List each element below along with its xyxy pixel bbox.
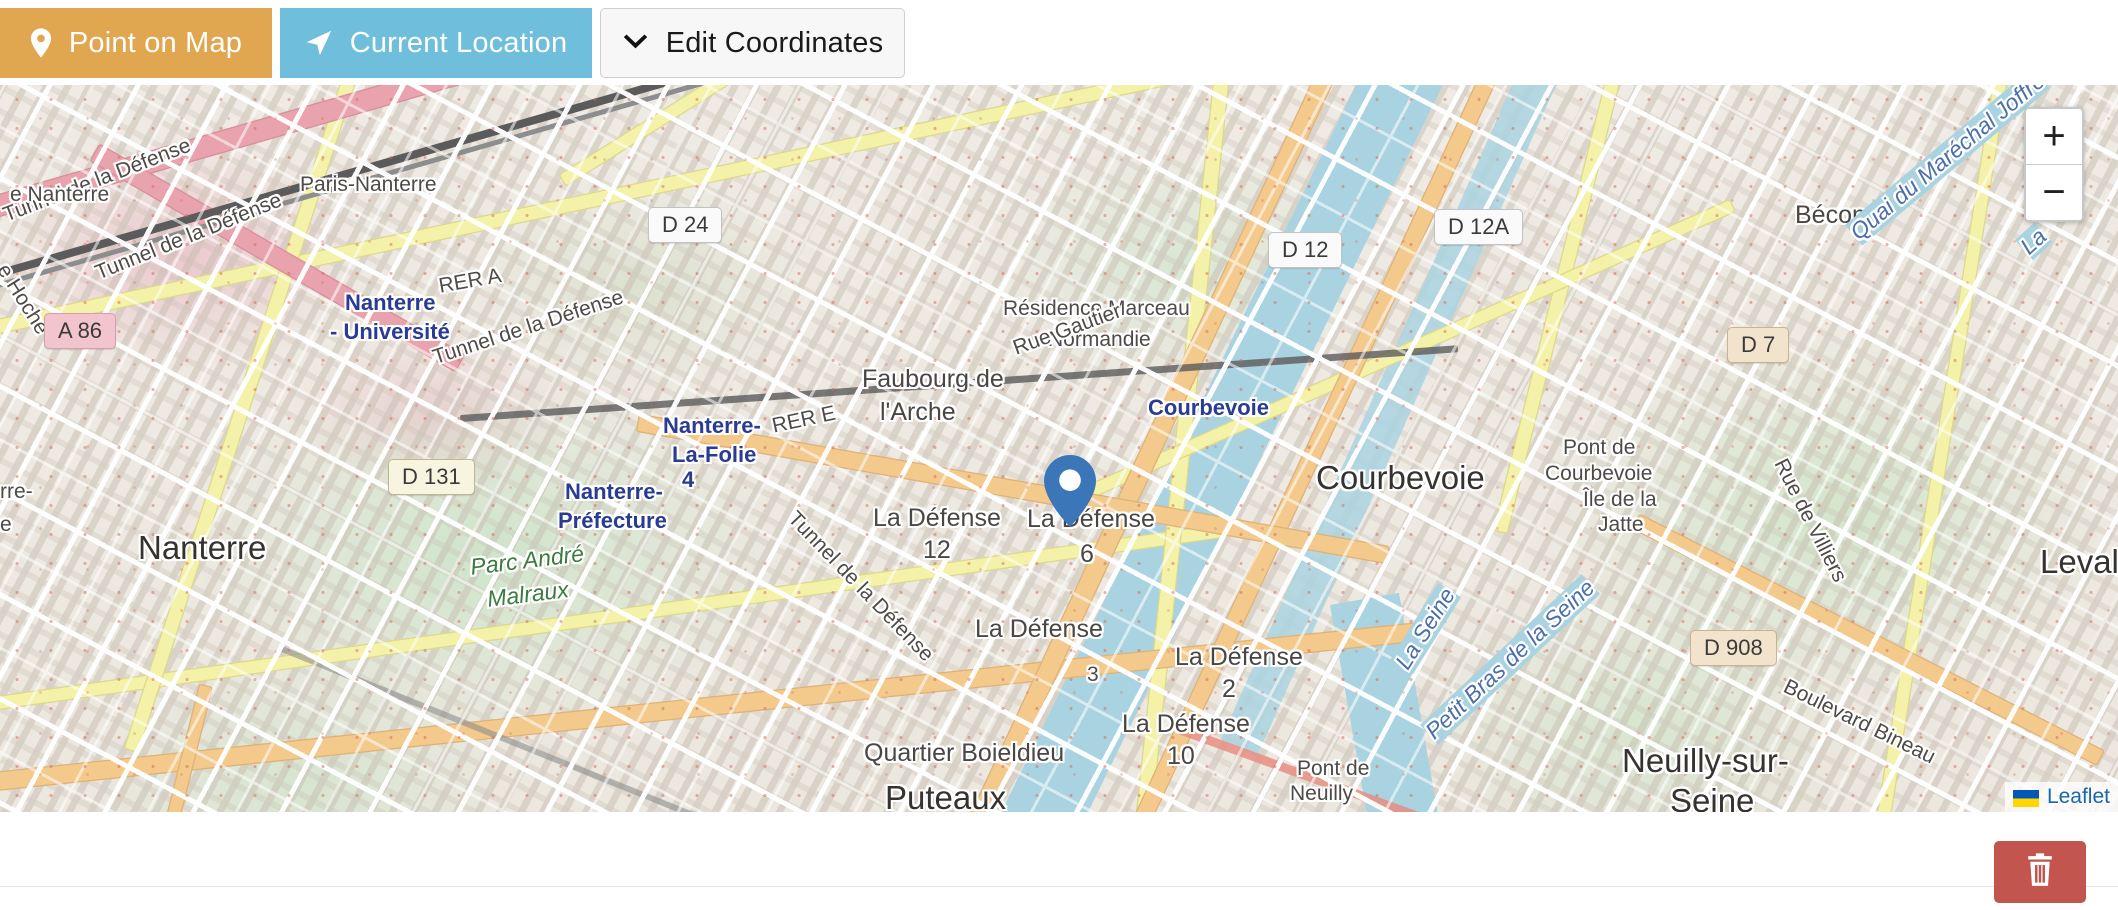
road-shield: D 908 [1690,630,1777,666]
map-zoom-control[interactable]: + − [2024,107,2084,222]
trash-icon [2023,852,2057,893]
ukraine-flag-icon [2012,789,2039,807]
road-shield: A 86 [44,313,117,349]
zoom-out-button[interactable]: − [2026,165,2082,220]
map-attribution: Leaflet [2004,782,2118,812]
road-shield: D 24 [648,207,723,243]
current-location-button[interactable]: Current Location [280,8,592,78]
edit-coordinates-button[interactable]: Edit Coordinates [600,8,905,78]
road-shield: D 7 [1727,327,1790,363]
map-pin-icon [30,28,52,58]
point-on-map-label: Point on Map [68,26,243,59]
map-toolbar: Point on Map Current Location Edit Coord… [0,0,2118,85]
leaflet-map[interactable]: Nanterre Courbevoie Puteaux Neuilly-sur- Sei… [0,85,2118,812]
road-shield: D 12A [1434,209,1524,245]
delete-button[interactable] [1994,841,2086,903]
current-location-label: Current Location [349,26,568,59]
road-shield: D 131 [388,459,475,495]
navigation-arrow-icon [305,29,333,57]
chevron-down-icon [622,34,649,52]
zoom-in-button[interactable]: + [2026,109,2082,165]
edit-coordinates-label: Edit Coordinates [665,26,884,59]
horizontal-divider [0,886,2118,887]
map-poi-dots [0,85,2118,812]
road-shield: D 12 [1268,232,1343,268]
point-on-map-button[interactable]: Point on Map [0,8,272,78]
below-map-area [0,812,2118,910]
leaflet-link[interactable]: Leaflet [2047,785,2110,809]
map-marker-pin[interactable] [1042,455,1098,527]
